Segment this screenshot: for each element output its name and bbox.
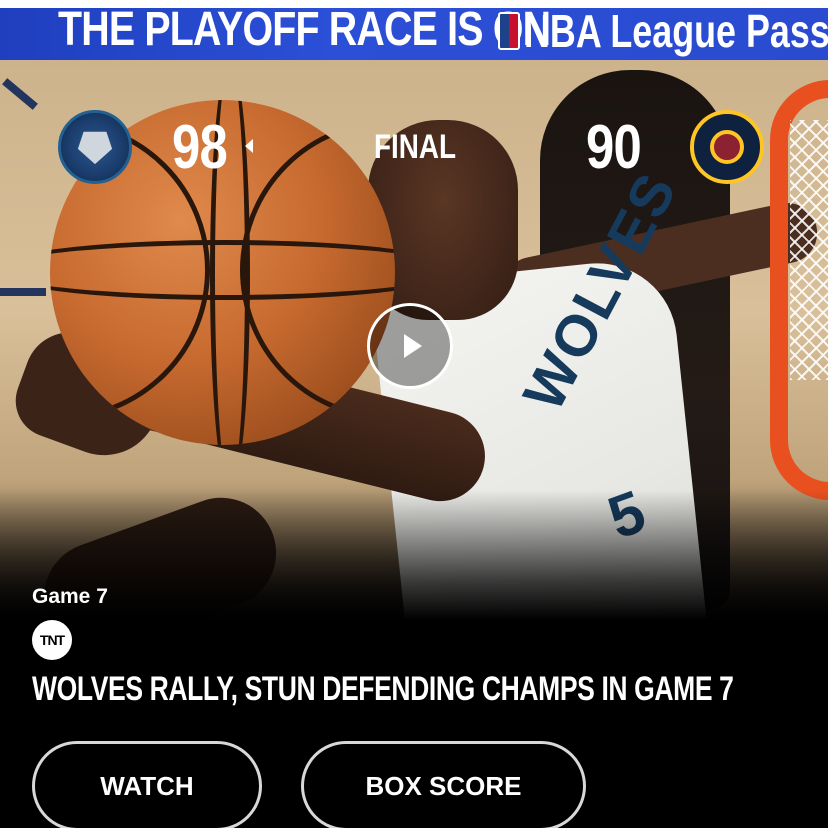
away-score: 90 [586,113,642,182]
box-score-button[interactable]: BOX SCORE [301,741,586,828]
play-video-button[interactable] [367,303,453,389]
hoop-net [790,120,828,380]
game-label: Game 7 [32,585,108,608]
nuggets-logo-icon [690,110,764,184]
game-status: FINAL [374,128,457,166]
watch-button[interactable]: WATCH [32,741,262,828]
story-headline[interactable]: WOLVES RALLY, STUN DEFENDING CHAMPS IN G… [32,670,734,709]
play-icon [404,334,422,358]
court-line [2,78,38,110]
timberwolves-logo-icon [58,110,132,184]
promo-brand: NBA League Pass [524,8,828,57]
promo-banner[interactable]: THE PLAYOFF RACE IS ON NBA League Pass [0,0,828,60]
court-line [0,288,46,296]
hero-gradient [0,490,828,620]
promo-headline: THE PLAYOFF RACE IS ON [58,8,551,56]
promo-banner-strip: THE PLAYOFF RACE IS ON NBA League Pass [0,8,828,60]
winner-arrow-icon [245,139,253,153]
wolf-mark-icon [77,131,113,165]
home-score: 98 [172,113,228,182]
nba-logo-icon [498,12,520,50]
nuggets-mark-icon [710,130,744,164]
ball-seam [240,120,395,420]
tnt-logo-icon: TNT [32,620,72,660]
